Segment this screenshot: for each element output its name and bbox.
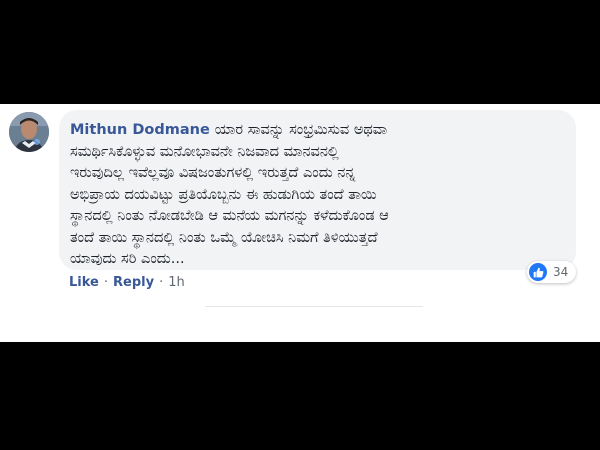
comment-container: Mithun Dodmane ಯಾರ ಸಾವನ್ನು ಸಂಭ್ರಮಿಸುವ ಅಥವ… (0, 104, 600, 342)
separator-dot: · (159, 275, 164, 290)
comment-bubble: Mithun Dodmane ಯಾರ ಸಾವನ್ನು ಸಂಭ್ರಮಿಸುವ ಅಥವ… (59, 110, 576, 270)
avatar-image (9, 112, 49, 152)
comment-body: Mithun Dodmane ಯಾರ ಸಾವನ್ನು ಸಂಭ್ರಮಿಸುವ ಅಥವ… (70, 120, 562, 271)
timestamp[interactable]: 1h (168, 275, 185, 290)
comment-author-link[interactable]: Mithun Dodmane (70, 122, 210, 138)
reaction-count-badge[interactable]: 34 (527, 261, 577, 283)
comment-actions: Like · Reply · 1h (69, 275, 185, 290)
comment-text: ಯಾರ ಸಾವನ್ನು ಸಂಭ್ರಮಿಸುವ ಅಥವಾ ಸಮರ್ಥಿಸಿಕೊಳ್… (70, 122, 389, 267)
divider (205, 306, 423, 307)
like-icon (529, 263, 547, 281)
reaction-count: 34 (553, 265, 569, 279)
reply-button[interactable]: Reply (113, 275, 154, 290)
like-button[interactable]: Like (69, 275, 99, 290)
separator-dot: · (103, 275, 108, 290)
avatar[interactable] (9, 112, 49, 152)
top-black-band (0, 0, 600, 104)
bottom-black-band (0, 342, 600, 450)
